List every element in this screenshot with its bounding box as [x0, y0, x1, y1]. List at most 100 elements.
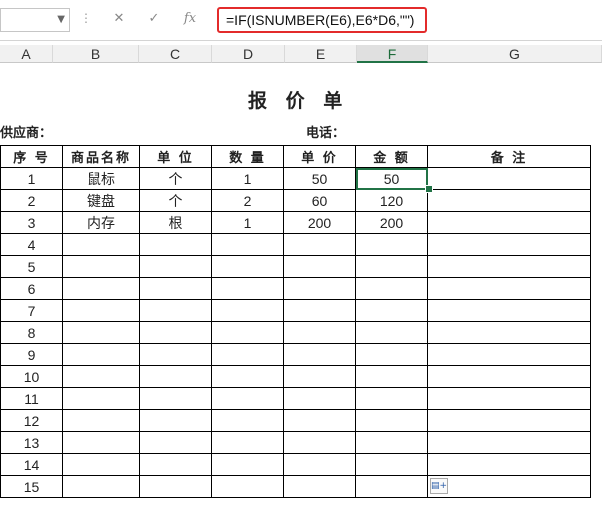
table-cell[interactable]: [211, 299, 284, 322]
table-cell[interactable]: 4: [0, 233, 63, 256]
table-cell[interactable]: 内存: [62, 211, 140, 234]
table-cell[interactable]: 60: [283, 189, 356, 212]
table-cell[interactable]: [62, 453, 140, 476]
table-cell[interactable]: [139, 365, 212, 388]
table-cell[interactable]: 200: [355, 211, 428, 234]
header-cell[interactable]: 单 位: [139, 145, 212, 168]
table-cell[interactable]: 8: [0, 321, 63, 344]
table-cell[interactable]: [355, 409, 428, 432]
table-cell[interactable]: [427, 277, 591, 300]
table-cell[interactable]: [427, 321, 591, 344]
table-cell[interactable]: [62, 233, 140, 256]
table-cell[interactable]: [283, 475, 356, 498]
table-cell[interactable]: [355, 453, 428, 476]
name-box[interactable]: ▼: [0, 8, 70, 32]
table-cell[interactable]: [283, 431, 356, 454]
table-cell[interactable]: [427, 233, 591, 256]
table-cell[interactable]: [355, 387, 428, 410]
table-cell[interactable]: [283, 387, 356, 410]
table-cell[interactable]: [355, 233, 428, 256]
table-cell[interactable]: 50: [283, 167, 356, 190]
table-cell[interactable]: [211, 277, 284, 300]
table-cell[interactable]: [211, 475, 284, 498]
table-cell[interactable]: 12: [0, 409, 63, 432]
table-cell[interactable]: [139, 233, 212, 256]
column-header-b[interactable]: B: [53, 45, 139, 63]
paste-options-icon[interactable]: ▤+: [430, 478, 448, 494]
table-cell[interactable]: [211, 365, 284, 388]
table-cell[interactable]: [211, 255, 284, 278]
insert-function-icon[interactable]: fx: [182, 11, 198, 26]
table-cell[interactable]: [139, 299, 212, 322]
formula-input[interactable]: =IF(ISNUMBER(E6),E6*D6,""): [217, 7, 427, 33]
table-cell[interactable]: 13: [0, 431, 63, 454]
table-cell[interactable]: [283, 277, 356, 300]
table-cell[interactable]: [139, 321, 212, 344]
table-cell[interactable]: [427, 387, 591, 410]
header-cell[interactable]: 备 注: [427, 145, 591, 168]
table-cell[interactable]: 14: [0, 453, 63, 476]
column-header-a[interactable]: A: [0, 45, 53, 63]
table-cell[interactable]: [139, 255, 212, 278]
cancel-x-icon[interactable]: ✕: [111, 11, 127, 26]
table-cell[interactable]: [139, 431, 212, 454]
table-cell[interactable]: [427, 299, 591, 322]
table-cell[interactable]: [283, 453, 356, 476]
table-cell[interactable]: 1: [211, 167, 284, 190]
table-cell[interactable]: 2: [211, 189, 284, 212]
table-cell[interactable]: 1: [211, 211, 284, 234]
table-cell[interactable]: 15: [0, 475, 63, 498]
table-cell[interactable]: 10: [0, 365, 63, 388]
table-cell[interactable]: 50: [355, 167, 428, 190]
table-cell[interactable]: 5: [0, 255, 63, 278]
table-cell[interactable]: [62, 277, 140, 300]
table-cell[interactable]: [211, 387, 284, 410]
table-cell[interactable]: [355, 343, 428, 366]
table-cell[interactable]: [427, 189, 591, 212]
table-cell[interactable]: [139, 453, 212, 476]
column-header-d[interactable]: D: [212, 45, 285, 63]
column-header-f[interactable]: F: [357, 45, 428, 63]
table-cell[interactable]: [355, 255, 428, 278]
table-cell[interactable]: [211, 409, 284, 432]
table-cell[interactable]: [139, 343, 212, 366]
table-cell[interactable]: [283, 255, 356, 278]
table-cell[interactable]: [62, 255, 140, 278]
table-cell[interactable]: [62, 299, 140, 322]
table-cell[interactable]: [427, 475, 591, 498]
table-cell[interactable]: [283, 321, 356, 344]
table-cell[interactable]: [355, 299, 428, 322]
header-cell[interactable]: 金 额: [355, 145, 428, 168]
table-cell[interactable]: [355, 431, 428, 454]
table-cell[interactable]: [139, 387, 212, 410]
header-cell[interactable]: 商品名称: [62, 145, 140, 168]
table-cell[interactable]: 9: [0, 343, 63, 366]
table-cell[interactable]: [283, 365, 356, 388]
table-cell[interactable]: [427, 343, 591, 366]
table-cell[interactable]: [139, 277, 212, 300]
table-cell[interactable]: [211, 233, 284, 256]
table-cell[interactable]: [283, 299, 356, 322]
table-cell[interactable]: [62, 387, 140, 410]
header-cell[interactable]: 序 号: [0, 145, 63, 168]
table-cell[interactable]: [211, 453, 284, 476]
table-cell[interactable]: [427, 453, 591, 476]
enter-check-icon[interactable]: ✓: [146, 11, 162, 26]
table-cell[interactable]: 1: [0, 167, 63, 190]
table-cell[interactable]: [427, 409, 591, 432]
table-cell[interactable]: [62, 321, 140, 344]
table-cell[interactable]: [211, 343, 284, 366]
table-cell[interactable]: [427, 365, 591, 388]
column-header-e[interactable]: E: [285, 45, 357, 63]
table-cell[interactable]: 3: [0, 211, 63, 234]
table-cell[interactable]: 个: [139, 189, 212, 212]
table-cell[interactable]: [62, 365, 140, 388]
column-header-c[interactable]: C: [139, 45, 212, 63]
table-cell[interactable]: [62, 409, 140, 432]
table-cell[interactable]: [355, 365, 428, 388]
table-cell[interactable]: [355, 277, 428, 300]
table-cell[interactable]: [283, 343, 356, 366]
table-cell[interactable]: [427, 255, 591, 278]
table-cell[interactable]: [427, 211, 591, 234]
header-cell[interactable]: 数 量: [211, 145, 284, 168]
